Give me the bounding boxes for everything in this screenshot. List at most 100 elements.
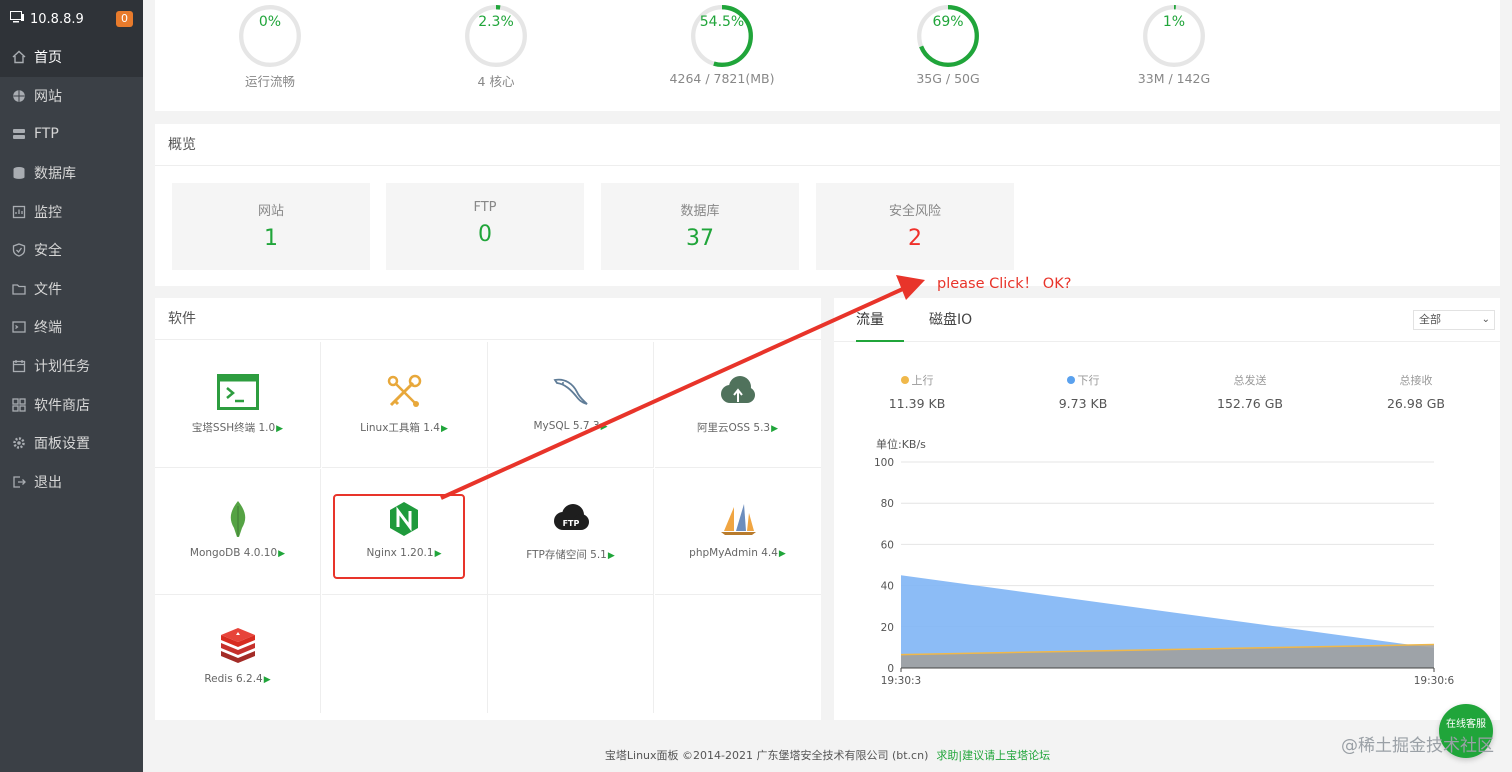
overview-card-ftp[interactable]: FTP 0 [386, 183, 584, 270]
software-name: FTP存储空间 5.1 [526, 548, 607, 561]
ftp-icon [12, 127, 26, 141]
gauge-value: 0% [258, 14, 282, 30]
play-arrow-icon[interactable]: ▶ [264, 675, 271, 685]
play-arrow-icon[interactable]: ▶ [278, 549, 285, 559]
server-header[interactable]: 10.8.8.9 0 [0, 0, 143, 38]
status-gauge[interactable]: 2.3% 4 核心 [426, 0, 566, 90]
stat-download: 下行 9.73 KB [1013, 372, 1153, 411]
software-item[interactable]: Linux工具箱 1.4▶ [321, 342, 488, 468]
software-item[interactable]: Redis 6.2.4▶ [155, 595, 321, 713]
sidebar-item-label: 软件商店 [34, 397, 90, 414]
grid-icon [12, 397, 26, 412]
status-gauge[interactable]: 69% 35G / 50G [878, 0, 1018, 86]
software-name: Nginx 1.20.1 [366, 546, 434, 559]
overview-card-value: 2 [908, 226, 922, 251]
stat-label: 总接收 [1399, 374, 1433, 387]
status-gauge[interactable]: 0% 运行流畅 [200, 0, 340, 90]
monitor-icon [12, 205, 26, 219]
software-item[interactable]: MySQL 5.7.3▶ [488, 342, 654, 468]
software-item[interactable]: FTP FTP存储空间 5.1▶ [488, 468, 654, 595]
sidebar-item-label: 文件 [34, 281, 62, 298]
ftp-cloud-icon: FTP [549, 497, 593, 541]
play-arrow-icon[interactable]: ▶ [276, 424, 283, 434]
sidebar-item[interactable]: 软件商店 [0, 385, 143, 424]
overview-card-value: 1 [264, 226, 278, 251]
status-gauge[interactable]: 54.5% 4264 / 7821(MB) [652, 0, 792, 86]
gauge-value: 54.5% [699, 14, 745, 30]
play-arrow-icon[interactable]: ▶ [771, 424, 778, 434]
gear-icon [12, 436, 26, 450]
overview-card-security-risk[interactable]: 安全风险 2 [816, 183, 1014, 270]
play-arrow-icon[interactable]: ▶ [441, 424, 448, 434]
software-name: Linux工具箱 1.4 [360, 422, 440, 434]
watermark: @稀土掘金技术社区 [1341, 736, 1494, 756]
overview-card-label: 数据库 [680, 204, 720, 219]
empty-software-slot [322, 595, 488, 713]
forum-link[interactable]: 求助|建议请上宝塔论坛 [936, 749, 1050, 762]
software-name: MongoDB 4.0.10 [189, 546, 278, 559]
y-tick-label: 60 [881, 539, 894, 551]
software-item[interactable]: MongoDB 4.0.10▶ [155, 468, 321, 595]
calendar-icon [12, 359, 26, 373]
sidebar-item[interactable]: FTP [0, 115, 143, 154]
interface-select-value: 全部 [1419, 313, 1441, 326]
sidebar-item[interactable]: 首页 [0, 38, 143, 77]
sidebar-item-label: 退出 [34, 474, 62, 491]
software-name: MySQL 5.7.3 [533, 420, 600, 432]
empty-software-slot [655, 595, 821, 713]
toolbox-icon [382, 370, 426, 414]
sidebar-item[interactable]: 终端 [0, 308, 143, 347]
software-item[interactable]: 阿里云OSS 5.3▶ [654, 342, 821, 468]
software-item[interactable]: phpMyAdmin 4.4▶ [654, 469, 821, 595]
play-arrow-icon[interactable]: ▶ [601, 422, 608, 432]
folder-icon [12, 282, 26, 296]
software-item[interactable]: Nginx 1.20.1▶ [321, 468, 488, 595]
gauge-ring [1143, 5, 1205, 67]
sidebar-item-label: 网站 [34, 88, 62, 105]
overview-card-database[interactable]: 数据库 37 [601, 183, 799, 270]
x-tick-label: 19:30:6 [1414, 675, 1455, 687]
footer-copyright: 宝塔Linux面板 ©2014-2021 广东堡塔安全技术有限公司 (bt.cn… [604, 749, 929, 762]
svg-text:FTP: FTP [562, 519, 579, 528]
software-name: phpMyAdmin 4.4 [689, 546, 778, 559]
sidebar-item[interactable]: 安全 [0, 231, 143, 270]
stat-total-received: 总接收 26.98 GB [1346, 372, 1486, 411]
sidebar-item[interactable]: 数据库 [0, 154, 143, 193]
overview-card-label: FTP [473, 200, 497, 215]
tab-disk-io[interactable]: 磁盘IO [929, 298, 972, 342]
stat-value: 26.98 GB [1386, 396, 1446, 411]
play-arrow-icon[interactable]: ▶ [435, 549, 442, 559]
logout-icon [12, 475, 26, 489]
chevron-down-icon: ⌄ [1481, 314, 1490, 325]
terminal-icon [12, 320, 26, 334]
software-name: 阿里云OSS 5.3 [696, 422, 771, 434]
traffic-tabs: 流量 磁盘IO 全部 ⌄ [834, 298, 1500, 342]
interface-select[interactable]: 全部 ⌄ [1413, 310, 1495, 330]
overview-panel: 概览 网站 1 FTP 0 数据库 37 安全风险 2 [155, 124, 1500, 286]
sidebar-item[interactable]: 计划任务 [0, 347, 143, 386]
software-item[interactable]: 宝塔SSH终端 1.0▶ [155, 342, 321, 468]
gauge-label: 4 核心 [477, 74, 515, 89]
mongodb-icon [216, 497, 260, 541]
monitor-icon [10, 11, 24, 27]
play-arrow-icon[interactable]: ▶ [608, 551, 615, 561]
sidebar-item[interactable]: 面板设置 [0, 424, 143, 463]
tab-traffic[interactable]: 流量 [856, 298, 904, 342]
sidebar-item-label: 计划任务 [34, 359, 90, 376]
overview-card-websites[interactable]: 网站 1 [172, 183, 370, 270]
message-badge[interactable]: 0 [116, 11, 133, 27]
sidebar-item[interactable]: 网站 [0, 77, 143, 116]
shield-icon [12, 243, 26, 257]
y-tick-label: 0 [887, 663, 894, 675]
sidebar-item[interactable]: 退出 [0, 463, 143, 502]
sidebar-item[interactable]: 文件 [0, 270, 143, 309]
status-gauge[interactable]: 1% 33M / 142G [1104, 0, 1244, 86]
sidebar: 10.8.8.9 0 首页网站 FTP 数据库 监控 安全文件终端计划任务软件商店面板设… [0, 0, 143, 772]
play-arrow-icon[interactable]: ▶ [779, 549, 786, 559]
traffic-chart: 单位:KB/s 0 20 40 60 80 100 19:30:3 19:30:6 [874, 437, 1455, 687]
stat-label: 下行 [1077, 374, 1100, 387]
sidebar-item[interactable]: 监控 [0, 192, 143, 231]
stat-value: 9.73 KB [1058, 396, 1108, 411]
gauge-ring [239, 5, 301, 67]
software-title: 软件 [155, 298, 821, 340]
